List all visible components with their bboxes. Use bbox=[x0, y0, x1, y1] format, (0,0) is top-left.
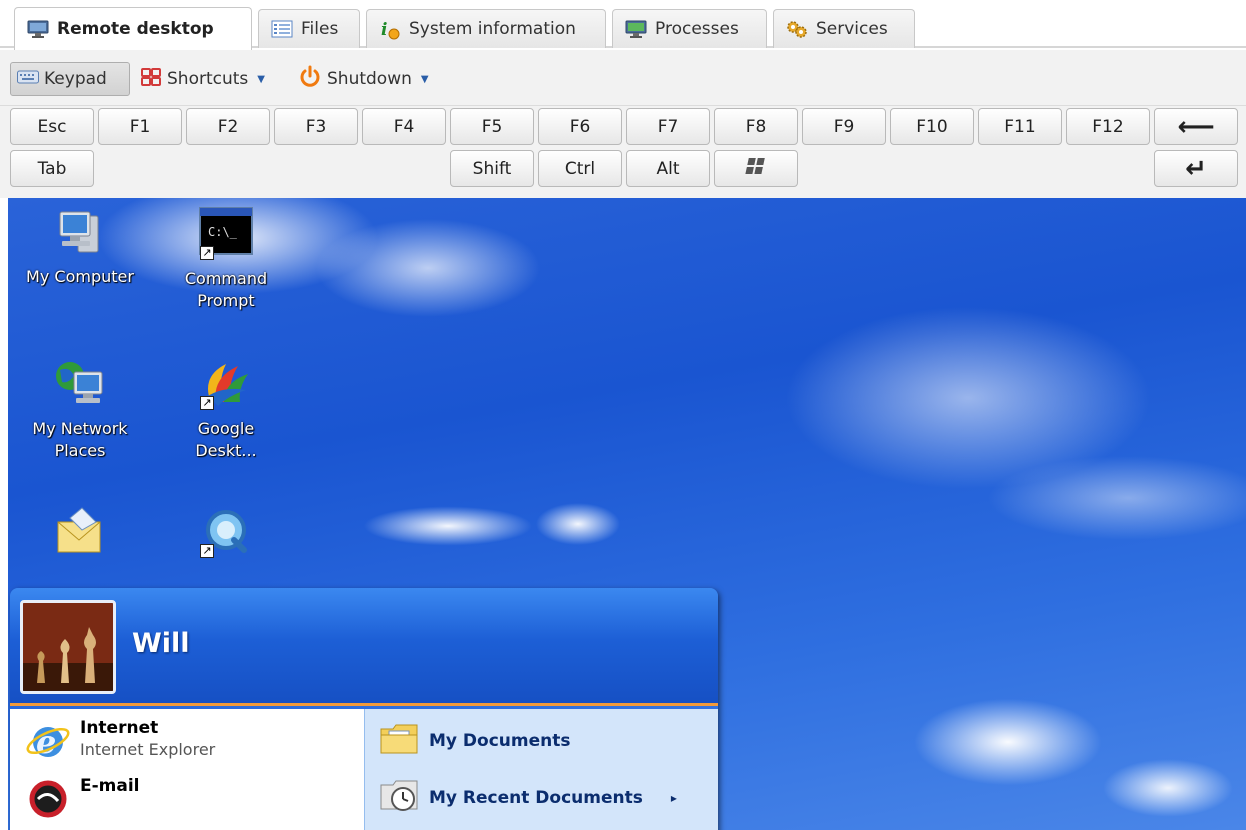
key-f12[interactable]: F12 bbox=[1066, 108, 1150, 145]
key-f7[interactable]: F7 bbox=[626, 108, 710, 145]
key-f9[interactable]: F9 bbox=[802, 108, 886, 145]
key-f8[interactable]: F8 bbox=[714, 108, 798, 145]
start-item-my-recent-documents[interactable]: My Recent Documents ▸ bbox=[379, 777, 677, 818]
my-documents-icon bbox=[379, 721, 419, 760]
shortcuts-label: Shortcuts bbox=[167, 69, 249, 89]
shortcut-arrow-icon: ↗ bbox=[200, 246, 214, 260]
monitor-icon bbox=[27, 20, 49, 38]
svg-text:C:\_: C:\_ bbox=[208, 225, 238, 239]
key-f10[interactable]: F10 bbox=[890, 108, 974, 145]
envelope-icon bbox=[52, 504, 108, 560]
start-item-subtitle: Internet Explorer bbox=[80, 740, 216, 759]
keypad-button[interactable]: Keypad bbox=[10, 62, 130, 96]
quicktime-icon: ↗ bbox=[198, 504, 254, 560]
tab-services[interactable]: Services bbox=[773, 9, 915, 48]
caret-down-icon: ▼ bbox=[420, 73, 429, 85]
key-tab[interactable]: Tab bbox=[10, 150, 94, 187]
caret-down-icon: ▼ bbox=[257, 73, 265, 85]
tab-files[interactable]: Files bbox=[258, 9, 360, 48]
email-icon bbox=[24, 775, 72, 828]
command-prompt-icon: C:\_ ↗ bbox=[198, 206, 254, 262]
chess-pieces-icon bbox=[23, 603, 113, 691]
backspace-arrow-icon: ⟵ bbox=[1177, 111, 1215, 142]
keypad: Esc F1 F2 F3 F4 F5 F6 F7 F8 F9 F10 F11 F… bbox=[0, 106, 1246, 198]
power-icon bbox=[298, 65, 322, 94]
info-icon: i bbox=[379, 20, 401, 40]
tab-label: Services bbox=[816, 19, 888, 39]
shortcuts-menu-button[interactable]: Shortcuts ▼ bbox=[134, 62, 284, 96]
enter-arrow-icon: ↵ bbox=[1185, 153, 1207, 184]
keypad-label: Keypad bbox=[44, 69, 107, 89]
key-f11[interactable]: F11 bbox=[978, 108, 1062, 145]
key-windows[interactable] bbox=[714, 150, 798, 187]
recent-documents-icon bbox=[379, 777, 419, 818]
start-menu: Will e Internet Internet Explorer E-mail bbox=[10, 588, 718, 830]
start-menu-header: Will bbox=[10, 588, 718, 706]
remote-desktop-view[interactable]: My Computer C:\_ ↗ Command Prompt My Net… bbox=[8, 198, 1246, 830]
key-f4[interactable]: F4 bbox=[362, 108, 446, 145]
key-esc[interactable]: Esc bbox=[10, 108, 94, 145]
desktop-icon-label: Command bbox=[184, 269, 268, 288]
tab-processes[interactable]: Processes bbox=[612, 9, 767, 48]
my-computer-icon bbox=[52, 204, 108, 260]
desktop-icon-my-network-places[interactable]: My Network Places bbox=[20, 356, 140, 462]
processes-icon bbox=[625, 20, 647, 38]
key-enter[interactable]: ↵ bbox=[1154, 150, 1238, 187]
start-item-email[interactable]: E-mail bbox=[24, 775, 140, 828]
key-f6[interactable]: F6 bbox=[538, 108, 622, 145]
key-ctrl[interactable]: Ctrl bbox=[538, 150, 622, 187]
key-f5[interactable]: F5 bbox=[450, 108, 534, 145]
key-f2[interactable]: F2 bbox=[186, 108, 270, 145]
tab-remote-desktop[interactable]: Remote desktop bbox=[14, 7, 252, 50]
start-item-title: E-mail bbox=[80, 776, 140, 796]
submenu-arrow-icon: ▸ bbox=[670, 790, 677, 805]
shutdown-menu-button[interactable]: Shutdown ▼ bbox=[292, 62, 444, 96]
start-menu-pinned-list: e Internet Internet Explorer E-mail bbox=[10, 709, 364, 830]
desktop-icon-label: Deskt... bbox=[195, 441, 257, 460]
key-alt[interactable]: Alt bbox=[626, 150, 710, 187]
desktop-icon-my-computer[interactable]: My Computer bbox=[20, 204, 140, 288]
desktop-icon-label: Places bbox=[54, 441, 106, 460]
network-places-icon bbox=[52, 356, 108, 412]
key-backspace[interactable]: ⟵ bbox=[1154, 108, 1238, 145]
shortcut-arrow-icon: ↗ bbox=[200, 544, 214, 558]
start-item-label: My Recent Documents bbox=[429, 787, 643, 808]
desktop-icon-google-desktop[interactable]: ↗ Google Deskt... bbox=[166, 356, 286, 462]
toolbar: Keypad Shortcuts ▼ Shutdown ▼ bbox=[0, 50, 1246, 106]
svg-text:e: e bbox=[36, 723, 56, 761]
desktop-icon-command-prompt[interactable]: C:\_ ↗ Command Prompt bbox=[166, 206, 286, 312]
start-item-title: Internet bbox=[80, 718, 159, 738]
shutdown-label: Shutdown bbox=[327, 69, 412, 89]
key-f3[interactable]: F3 bbox=[274, 108, 358, 145]
desktop-icon-quicktime[interactable]: ↗ bbox=[166, 504, 286, 566]
tab-label: Files bbox=[301, 19, 339, 39]
internet-explorer-icon: e bbox=[24, 717, 72, 770]
shortcuts-icon bbox=[140, 67, 162, 92]
key-shift[interactable]: Shift bbox=[450, 150, 534, 187]
google-desktop-icon: ↗ bbox=[198, 356, 254, 412]
keyboard-icon bbox=[17, 69, 39, 90]
tab-system-information[interactable]: i System information bbox=[366, 9, 606, 48]
shortcut-arrow-icon: ↗ bbox=[200, 396, 214, 410]
tab-label: System information bbox=[409, 19, 576, 39]
desktop-icon-label: My Network bbox=[32, 419, 128, 438]
gears-icon bbox=[786, 20, 808, 38]
start-menu-places-list: My Documents My Recent Documents ▸ bbox=[364, 709, 718, 830]
start-item-label: My Documents bbox=[429, 730, 571, 751]
desktop-icon-envelope[interactable] bbox=[20, 504, 140, 566]
key-f1[interactable]: F1 bbox=[98, 108, 182, 145]
tab-bar: Remote desktop Files i System informatio… bbox=[0, 0, 1246, 50]
tab-label: Processes bbox=[655, 19, 739, 39]
tab-label: Remote desktop bbox=[57, 19, 214, 39]
desktop-icon-label: My Computer bbox=[26, 267, 134, 286]
svg-text:i: i bbox=[381, 20, 387, 40]
windows-logo-icon bbox=[743, 157, 769, 180]
desktop-icon-label: Google bbox=[197, 419, 255, 438]
avatar[interactable] bbox=[20, 600, 116, 694]
start-item-my-documents[interactable]: My Documents bbox=[379, 721, 570, 760]
list-icon bbox=[271, 20, 293, 38]
desktop-icon-label: Prompt bbox=[197, 291, 255, 310]
start-item-internet[interactable]: e Internet Internet Explorer bbox=[24, 717, 215, 770]
user-name: Will bbox=[132, 628, 190, 659]
